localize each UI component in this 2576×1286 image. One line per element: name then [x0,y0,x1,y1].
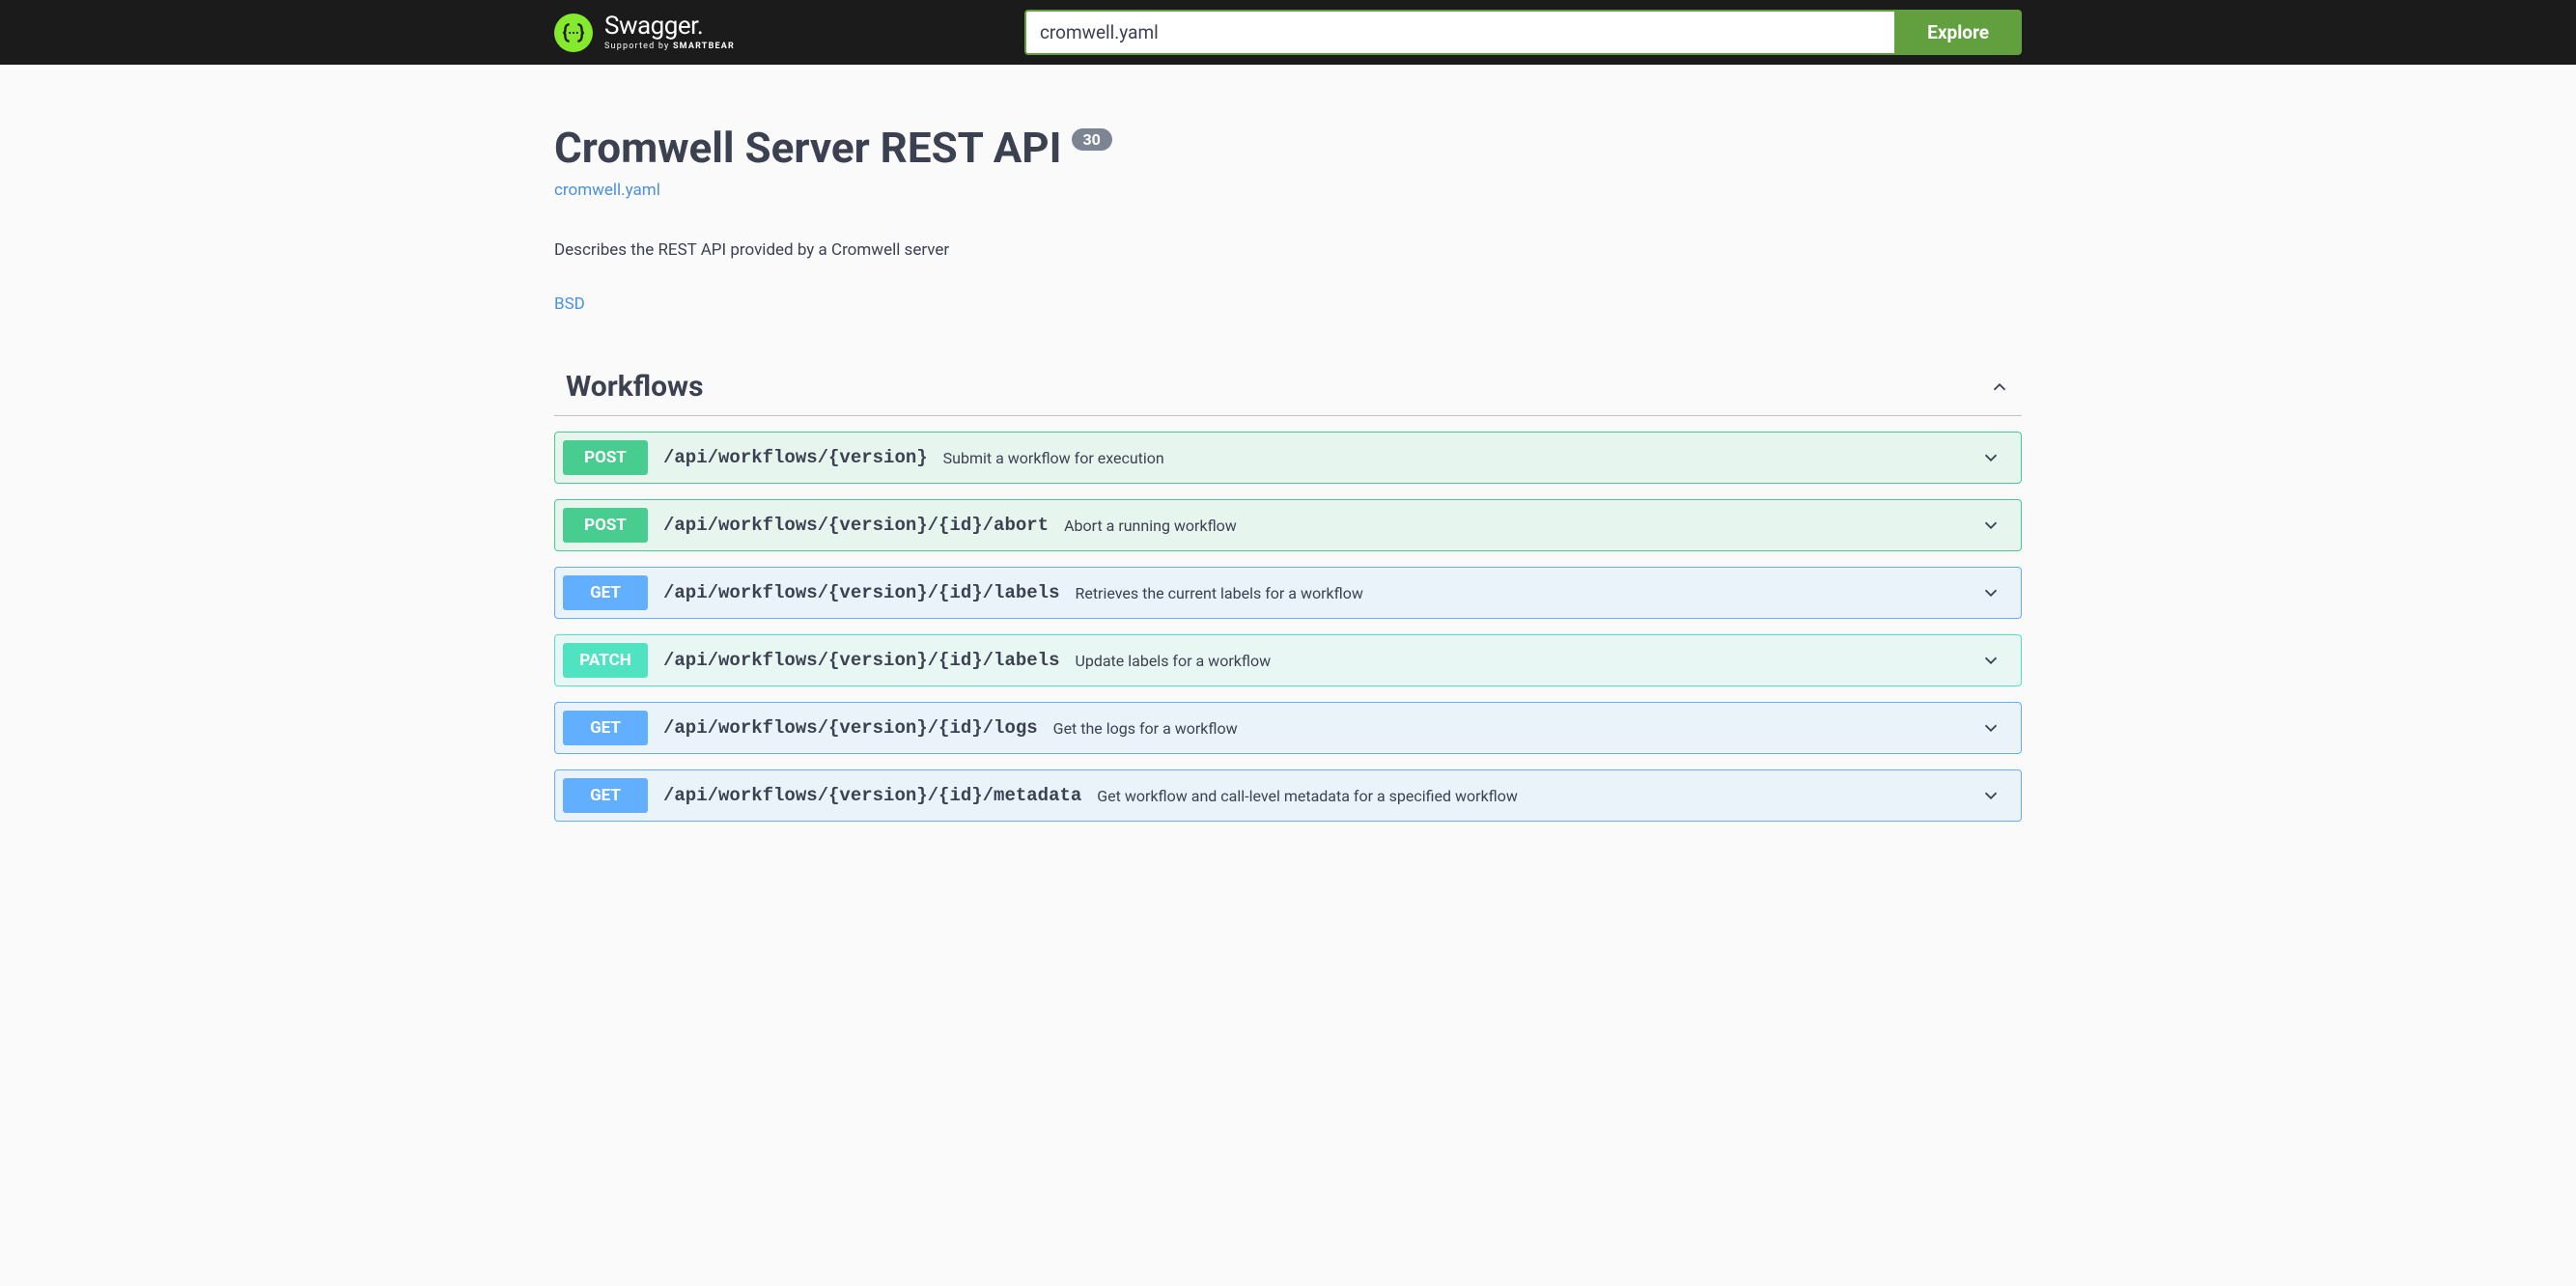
method-badge: POST [563,440,648,475]
method-badge: GET [563,711,648,745]
operation-row[interactable]: PATCH/api/workflows/{version}/{id}/label… [554,634,2022,686]
operation-summary: Retrieves the current labels for a workf… [1075,584,1980,602]
swagger-logo[interactable]: Swagger. Supported by SMARTBEAR [554,14,735,52]
tag-title: Workflows [566,370,704,404]
logo-subtext: Supported by SMARTBEAR [604,42,735,51]
tag-section-workflows: Workflows POST/api/workflows/{version} Su… [554,370,2022,822]
api-info: Cromwell Server REST API 30 cromwell.yam… [554,123,2022,314]
chevron-down-icon [1980,650,2002,671]
operation-summary: Get the logs for a workflow [1053,719,1980,738]
operation-path: /api/workflows/{version}/{id}/abort [663,515,1049,536]
chevron-down-icon [1980,785,2002,806]
operation-path: /api/workflows/{version}/{id}/labels [663,582,1059,603]
operation-path: /api/workflows/{version} [663,447,928,468]
operation-row[interactable]: POST/api/workflows/{version} Submit a wor… [554,432,2022,484]
logo-text: Swagger. [604,14,735,39]
operation-path: /api/workflows/{version}/{id}/logs [663,717,1038,739]
method-badge: POST [563,508,648,543]
operation-summary: Update labels for a workflow [1075,652,1980,670]
chevron-up-icon [1989,377,2010,398]
spec-file-link[interactable]: cromwell.yaml [554,181,2022,200]
swagger-logo-icon [554,14,593,52]
operation-row[interactable]: GET/api/workflows/{version}/{id}/labels R… [554,567,2022,619]
operation-summary: Submit a workflow for execution [943,449,1980,467]
method-badge: PATCH [563,643,648,678]
method-badge: GET [563,575,648,610]
explore-button[interactable]: Explore [1894,10,2022,55]
operation-path: /api/workflows/{version}/{id}/labels [663,650,1059,671]
operation-summary: Get workflow and call-level metadata for… [1097,787,1980,805]
operation-row[interactable]: GET/api/workflows/{version}/{id}/logs Get… [554,702,2022,754]
operation-path: /api/workflows/{version}/{id}/metadata [663,785,1081,806]
tag-header[interactable]: Workflows [554,370,2022,416]
page-title: Cromwell Server REST API [554,123,1062,173]
method-badge: GET [563,778,648,813]
operation-row[interactable]: POST/api/workflows/{version}/{id}/abort A… [554,499,2022,551]
license-link[interactable]: BSD [554,294,585,314]
operation-summary: Abort a running workflow [1064,517,1980,535]
chevron-down-icon [1980,717,2002,739]
operation-row[interactable]: GET/api/workflows/{version}/{id}/metadat… [554,769,2022,822]
topbar: Swagger. Supported by SMARTBEAR Explore [0,0,2576,65]
version-badge: 30 [1072,128,1112,151]
chevron-down-icon [1980,582,2002,603]
api-description: Describes the REST API provided by a Cro… [554,240,2022,260]
chevron-down-icon [1980,515,2002,536]
chevron-down-icon [1980,447,2002,468]
spec-url-input[interactable] [1024,10,1894,55]
